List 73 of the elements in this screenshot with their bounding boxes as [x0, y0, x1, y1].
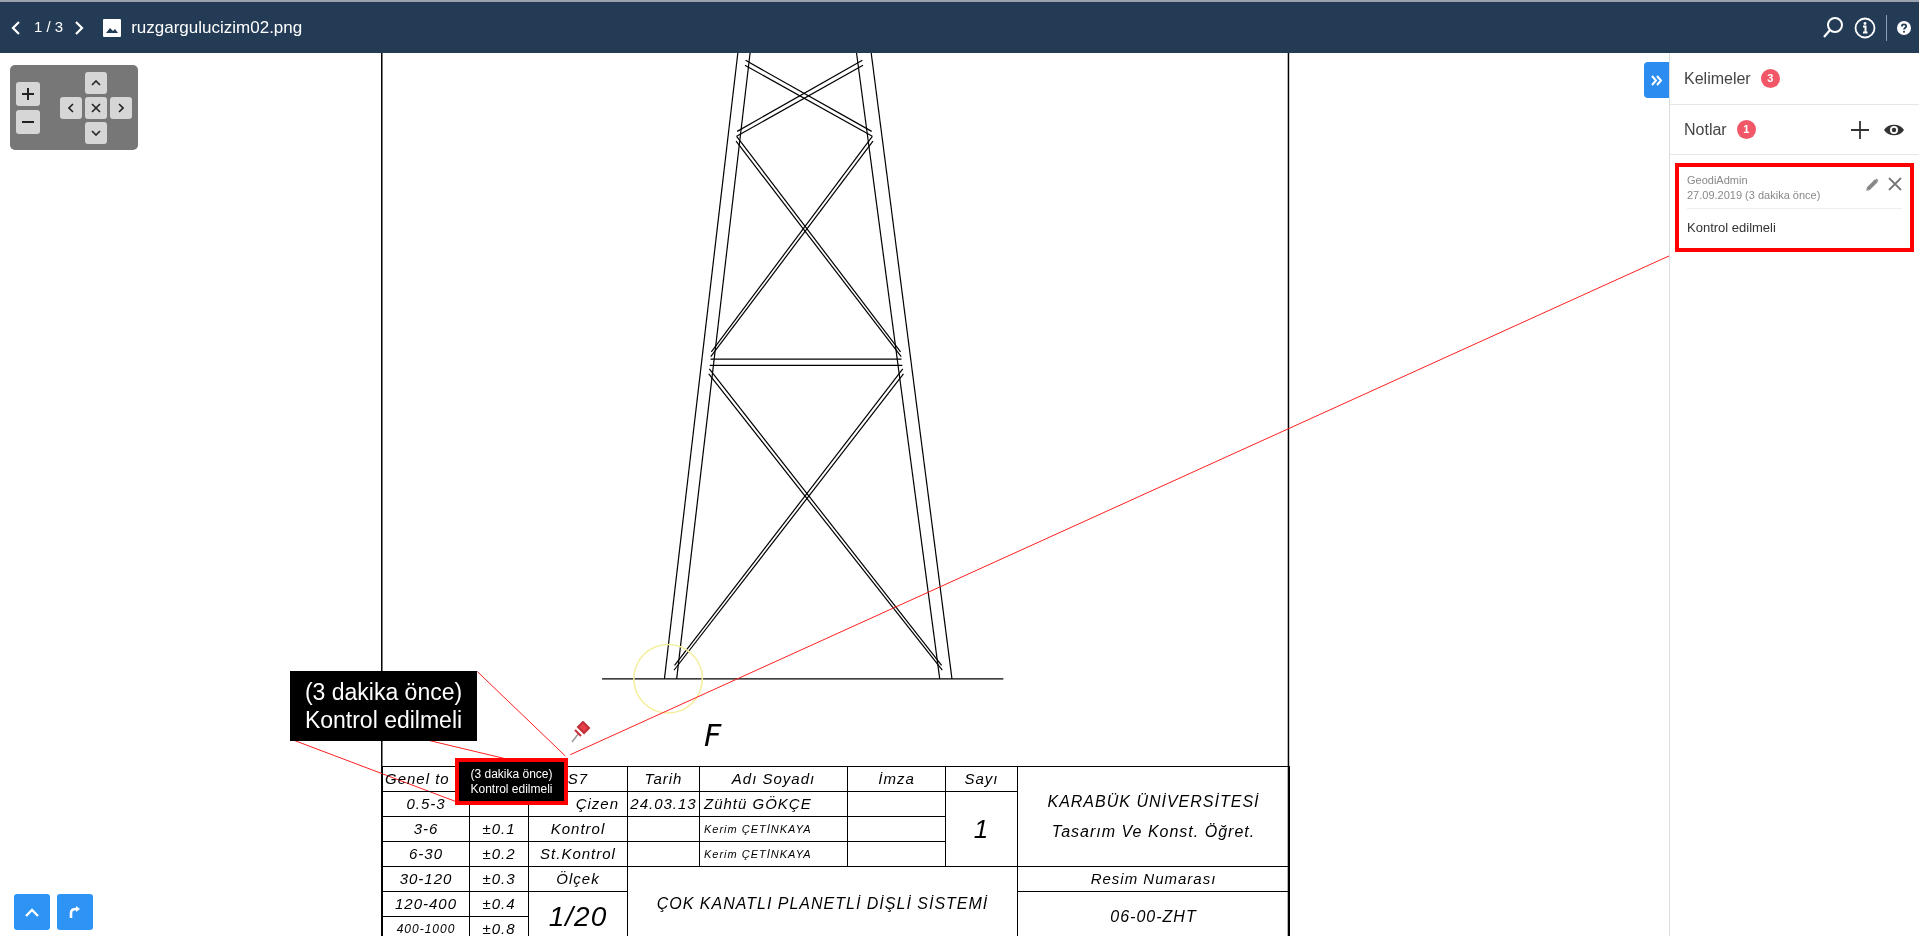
table-cell: Ölçek [529, 867, 628, 892]
table-cell: 3-6 [383, 817, 470, 842]
table-cell: ±0.2 [470, 842, 529, 867]
pin-icon[interactable] [570, 721, 590, 743]
table-cell: 400-1000 [383, 917, 470, 936]
zoom-in-button[interactable] [16, 81, 40, 106]
table-cell: St.Kontrol [529, 842, 628, 867]
drawing-title: ÇOK KANATLI PLANETLİ DİŞLİ SİSTEMİ [628, 867, 1018, 936]
table-cell: 30-120 [383, 867, 470, 892]
table-cell: ±0.3 [470, 867, 529, 892]
section-title[interactable]: Notlar [1684, 117, 1727, 142]
table-cell: 120-400 [383, 892, 470, 917]
table-cell: Kontrol [529, 817, 628, 842]
note-date: 27.09.2019 (3 dakika önce) [1687, 188, 1822, 203]
note-author: GeodiAdmin [1687, 173, 1749, 188]
search-icon[interactable] [1822, 15, 1844, 40]
plus-icon [22, 87, 34, 100]
reset-view-button[interactable] [85, 96, 107, 119]
rotate-button[interactable] [57, 894, 93, 930]
close-icon[interactable] [1888, 177, 1902, 191]
info-icon[interactable] [1854, 16, 1876, 39]
zoom-out-button[interactable] [16, 109, 40, 134]
page-counter: 1 / 3 [34, 17, 64, 38]
table-cell: Kerim ÇETİNKAYA [700, 817, 848, 842]
note-text: Kontrol edilmeli [1687, 219, 1777, 237]
table-cell: Resim Numarası [1018, 867, 1290, 892]
table-cell: Zühtü GÖKÇE [700, 792, 848, 817]
collapse-panel-button[interactable] [1644, 62, 1669, 98]
highlight-circle [633, 643, 704, 714]
table-cell [628, 817, 700, 842]
add-icon[interactable] [1851, 120, 1869, 139]
department-name: Tasarım Ve Konst. Öğret. [1051, 821, 1256, 842]
note-label[interactable]: (3 dakika önce) Kontrol edilmeli [455, 758, 568, 805]
chevron-up-icon [91, 79, 101, 86]
table-cell: ±0.8 [470, 917, 529, 936]
column-header: Adı Soyadı [700, 767, 848, 792]
pan-left-button[interactable] [60, 96, 82, 119]
note-card[interactable]: GeodiAdmin 27.09.2019 (3 dakika önce) Kontrol edilmeli [1675, 163, 1914, 252]
close-icon [91, 102, 101, 113]
file-name: ruzgargulucizim02.png [131, 16, 303, 39]
note-text: Kontrol edilmeli [304, 706, 463, 734]
double-chevron-right-icon [1650, 74, 1663, 86]
edit-icon[interactable] [1866, 178, 1879, 191]
view-label: F [704, 717, 722, 755]
help-icon[interactable] [1897, 20, 1911, 35]
drawing-number: 06-00-ZHT [1018, 892, 1290, 936]
table-cell: ±0.4 [470, 892, 529, 917]
table-cell: 6-30 [383, 842, 470, 867]
count-badge: 3 [1760, 69, 1780, 88]
chevron-up-icon [25, 907, 39, 917]
redo-arrow-icon [69, 906, 81, 918]
scale-value: 1/20 [529, 892, 628, 936]
table-cell: Kerim ÇETİNKAYA [700, 842, 848, 867]
column-header: Tarih [628, 767, 700, 792]
count-badge: 1 [1736, 120, 1756, 139]
count-value: 1 [946, 792, 1018, 867]
table-cell [628, 842, 700, 867]
column-header: Sayı [946, 767, 1018, 792]
chevron-right-icon [118, 102, 124, 113]
pan-up-button[interactable] [85, 71, 107, 94]
note-time: (3 dakika önce) [304, 678, 463, 706]
pan-right-button[interactable] [110, 96, 132, 119]
table-cell: ±0.1 [470, 817, 529, 842]
chevron-left-icon [68, 102, 74, 113]
scroll-up-button[interactable] [14, 894, 50, 930]
eye-icon[interactable] [1883, 122, 1905, 137]
column-header: İmza [848, 767, 946, 792]
institution-name: KARABÜK ÜNİVERSİTESİ [1047, 791, 1260, 812]
chevron-down-icon [91, 129, 101, 136]
image-icon [103, 18, 122, 37]
section-title[interactable]: Kelimeler [1684, 66, 1751, 91]
table-cell: 24.03.13 [628, 792, 700, 817]
pan-down-button[interactable] [85, 121, 107, 144]
